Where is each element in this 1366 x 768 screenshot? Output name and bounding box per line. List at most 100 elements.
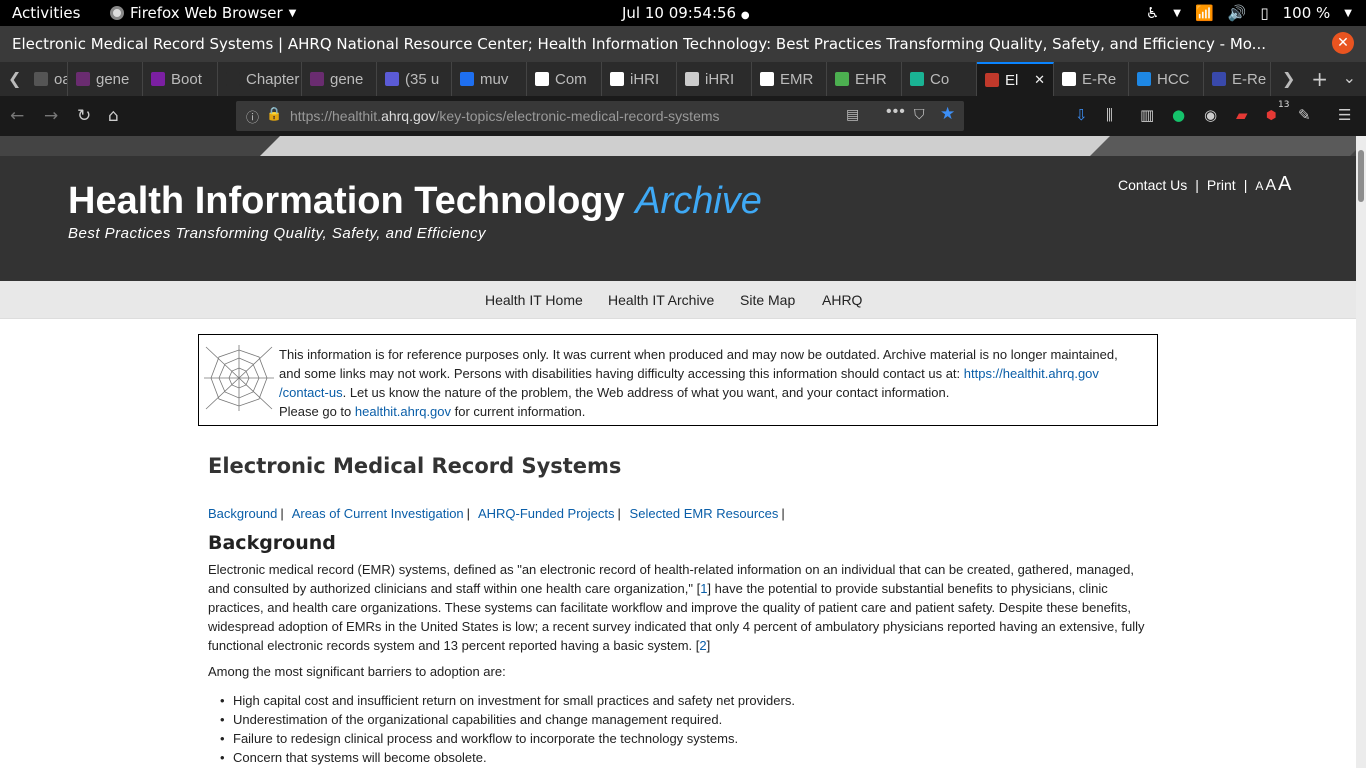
page-scrollbar[interactable] (1356, 136, 1366, 768)
reload-button[interactable]: ↻ (77, 106, 91, 126)
tab-label: HCC (1157, 70, 1190, 88)
tab-list: oar gene Boot Chapter gene (35 u muv Com iHRI iHR… (26, 62, 1271, 96)
nav-ahrq[interactable]: AHRQ (822, 292, 862, 308)
browser-tab[interactable]: EMR (752, 62, 827, 96)
browser-tab[interactable]: HCC (1129, 62, 1204, 96)
main-nav: Health IT Home Health IT Archive Site Ma… (0, 281, 1356, 319)
jump-link-areas[interactable]: Areas of Current Investigation (292, 506, 464, 521)
list-all-tabs-icon[interactable]: ⌄ (1343, 68, 1356, 87)
reference-link-2[interactable]: 2 (699, 638, 706, 653)
tab-scroll-left-icon[interactable]: ❮ (8, 69, 21, 88)
site-info-icon[interactable]: ⓘ (246, 107, 259, 126)
activities-button[interactable]: Activities (12, 4, 80, 22)
web-page: Health Information Technology Archive Be… (0, 136, 1356, 768)
jump-link-projects[interactable]: AHRQ-Funded Projects (478, 506, 615, 521)
reader-view-icon[interactable]: ▤ (846, 106, 859, 123)
browser-tab[interactable]: muv (452, 62, 527, 96)
barriers-intro: Among the most significant barriers to a… (208, 664, 506, 679)
browser-tab[interactable]: (35 u (377, 62, 452, 96)
tab-label: (35 u (405, 70, 440, 88)
notification-dot-icon: ● (740, 10, 750, 21)
jump-link-background[interactable]: Background (208, 506, 277, 521)
adblock-icon[interactable]: ⬢ (1266, 108, 1276, 122)
text-size-large[interactable]: A (1278, 173, 1291, 196)
site-tagline: Best Practices Transforming Quality, Saf… (68, 225, 486, 242)
site-title[interactable]: Health Information Technology Archive (68, 180, 762, 223)
browser-tab[interactable]: El ✕ (977, 62, 1054, 96)
home-button[interactable]: ⌂ (108, 106, 119, 126)
page-title: Electronic Medical Record Systems (208, 454, 622, 478)
window-close-button[interactable]: ✕ (1332, 32, 1354, 54)
new-tab-button[interactable]: + (1311, 67, 1328, 91)
background-heading: Background (208, 532, 336, 554)
browser-tab[interactable]: gene (302, 62, 377, 96)
tab-label: Boot (171, 70, 202, 88)
jump-link-resources[interactable]: Selected EMR Resources (630, 506, 779, 521)
pocket-icon[interactable]: ⛉ (914, 106, 925, 123)
tab-label: oar (54, 70, 67, 88)
back-button[interactable]: ← (10, 106, 24, 126)
url-bar[interactable]: ⓘ 🔒 https://healthit.ahrq.gov/key-topics… (236, 101, 964, 131)
browser-tab[interactable]: Boot (143, 62, 218, 96)
print-link[interactable]: Print (1207, 177, 1236, 193)
scrollbar-thumb[interactable] (1358, 150, 1364, 202)
grammarly-icon[interactable]: ● (1172, 106, 1185, 124)
sidebar-icon[interactable]: ▥ (1140, 106, 1154, 124)
paragraph-text: ] (706, 638, 711, 653)
tab-favicon-icon (685, 72, 699, 86)
text-size-medium[interactable]: A (1265, 177, 1276, 195)
browser-tab[interactable]: oar (26, 62, 68, 96)
account-icon[interactable]: ◉ (1204, 106, 1217, 124)
tab-favicon-icon (226, 72, 240, 86)
tab-label: E-Re (1232, 70, 1267, 88)
tab-label: Co (930, 70, 950, 88)
notice-text-4: for current information. (451, 404, 586, 419)
accessibility-icon[interactable]: ♿ (1146, 4, 1159, 22)
tab-label: gene (96, 70, 130, 88)
window-title-bar: Electronic Medical Record Systems | AHRQ… (0, 26, 1366, 62)
forward-button[interactable]: → (44, 106, 58, 126)
contact-us-link[interactable]: Contact Us (1118, 177, 1187, 193)
site-title-archive: Archive (635, 180, 762, 222)
separator: | (1243, 177, 1248, 193)
page-actions-icon[interactable]: ••• (886, 103, 906, 121)
library-icon[interactable]: ⫼ (1106, 106, 1113, 124)
tab-favicon-icon (1212, 72, 1226, 86)
list-item: Underestimation of the organizational ca… (220, 712, 795, 731)
system-tray[interactable]: ♿ ▼ 📶 🔊 ▯ 100 % ▼ (1146, 4, 1352, 22)
extension-pen-icon[interactable]: ✎ (1298, 106, 1311, 124)
tab-label: iHRI (705, 70, 735, 88)
nav-health-it-home[interactable]: Health IT Home (485, 292, 583, 308)
tab-favicon-icon (460, 72, 474, 86)
browser-tab[interactable]: E-Re (1204, 62, 1271, 96)
bookmark-star-icon[interactable]: ★ (940, 104, 955, 124)
nav-health-it-archive[interactable]: Health IT Archive (608, 292, 714, 308)
todoist-icon[interactable]: ▰ (1236, 106, 1248, 124)
notice-text-3: Please go to (279, 404, 355, 419)
jump-links: Background | Areas of Current Investigati… (208, 506, 790, 521)
clock[interactable]: Jul 10 09:54:56 ● (622, 4, 750, 22)
url-text[interactable]: https://healthit.ahrq.gov/key-topics/ele… (290, 108, 720, 124)
browser-tab[interactable]: Chapter (218, 62, 302, 96)
tab-scroll-right-icon[interactable]: ❯ (1282, 69, 1295, 88)
browser-tab[interactable]: gene (68, 62, 143, 96)
list-item: High capital cost and insufficient retur… (220, 693, 795, 712)
browser-tab[interactable]: iHRI (602, 62, 677, 96)
firefox-icon (110, 6, 124, 20)
tab-favicon-icon (910, 72, 924, 86)
browser-tab[interactable]: E-Re (1054, 62, 1129, 96)
downloads-icon[interactable]: ⇩ (1075, 106, 1088, 124)
separator: | (466, 506, 471, 521)
browser-tab[interactable]: Co (902, 62, 977, 96)
url-prefix: https://healthit. (290, 108, 382, 124)
text-size-small[interactable]: A (1255, 179, 1263, 193)
browser-tab[interactable]: iHRI (677, 62, 752, 96)
nav-site-map[interactable]: Site Map (740, 292, 795, 308)
browser-tab[interactable]: Com (527, 62, 602, 96)
app-menu[interactable]: Firefox Web Browser ▼ (110, 4, 296, 22)
browser-tab[interactable]: EHR (827, 62, 902, 96)
tab-label: E-Re (1082, 70, 1117, 88)
healthit-site-link[interactable]: healthit.ahrq.gov (355, 404, 451, 419)
hamburger-menu-icon[interactable]: ☰ (1338, 106, 1351, 124)
tab-close-icon[interactable]: ✕ (1034, 72, 1045, 88)
